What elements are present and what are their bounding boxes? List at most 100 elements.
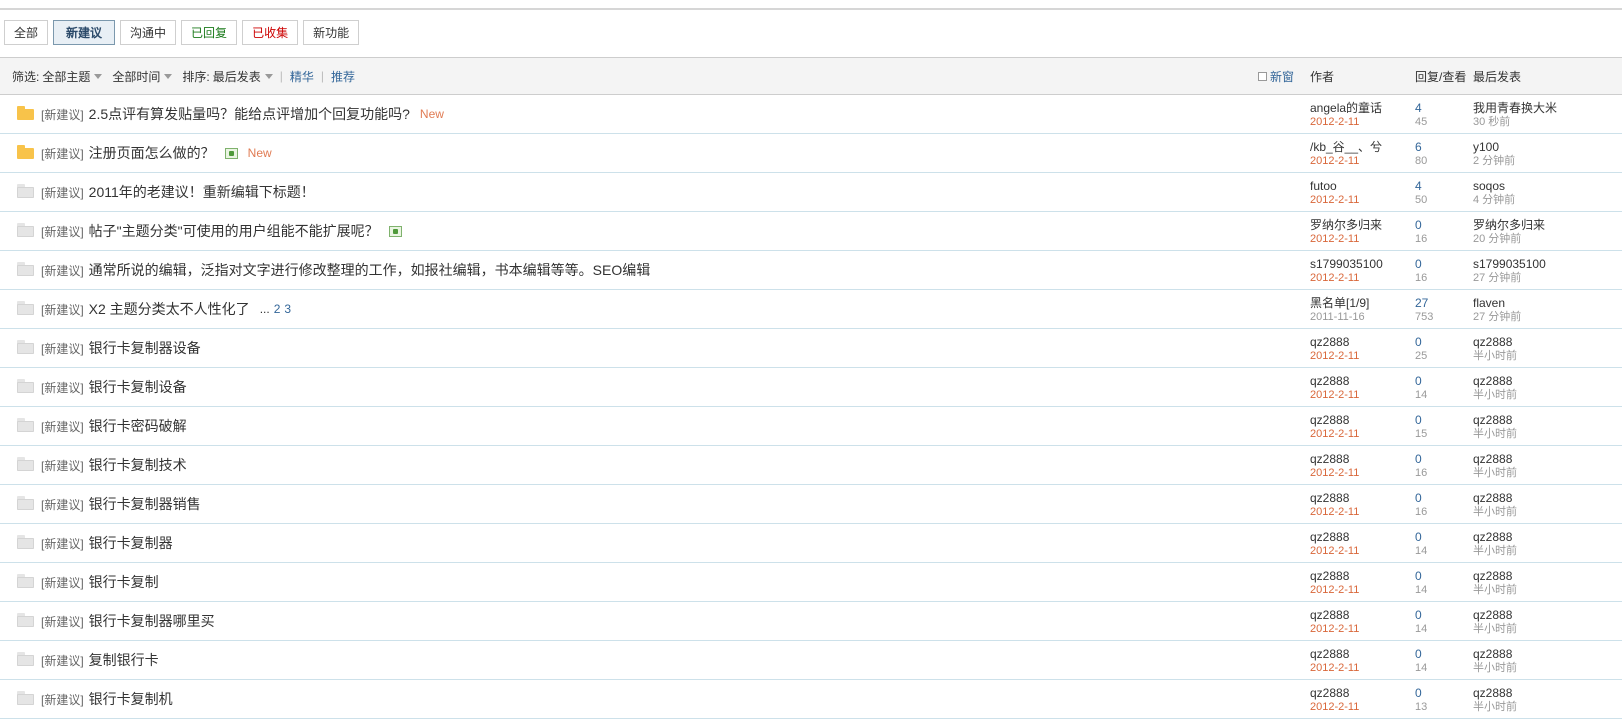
reply-count-link[interactable]: 0 (1415, 647, 1427, 661)
last-poster-link[interactable]: 我用青春换大米 (1473, 101, 1613, 115)
thread-subject-link[interactable]: 银行卡密码破解 (89, 416, 187, 436)
author-name-link[interactable]: qz2888 (1310, 686, 1402, 700)
thread-subject-link[interactable]: 注册页面怎么做的？ (89, 143, 215, 163)
author-name-link[interactable]: qz2888 (1310, 491, 1402, 505)
author-name-link[interactable]: angela的童话 (1310, 101, 1402, 115)
folder-common-icon[interactable] (17, 340, 34, 354)
thread-subject-link[interactable]: 银行卡复制机 (89, 689, 173, 709)
topic-filter-dropdown[interactable]: 全部主题 (42, 68, 103, 85)
thread-subject-link[interactable]: 复制银行卡 (89, 650, 159, 670)
folder-common-icon[interactable] (17, 574, 34, 588)
last-poster-link[interactable]: 罗纳尔多归来 (1473, 218, 1613, 232)
author-name-link[interactable]: 黑名单[1/9] (1310, 296, 1402, 310)
reply-count-link[interactable]: 0 (1415, 257, 1427, 271)
reply-count-link[interactable]: 0 (1415, 218, 1427, 232)
author-name-link[interactable]: qz2888 (1310, 335, 1402, 349)
page-link[interactable]: 2 (274, 302, 281, 316)
thread-type-prefix[interactable]: [新建议] (41, 145, 84, 162)
last-post-time[interactable]: 半小时前 (1473, 544, 1613, 558)
folder-common-icon[interactable] (17, 652, 34, 666)
author-name-link[interactable]: /kb_谷__、兮 (1310, 140, 1402, 154)
folder-common-icon[interactable] (17, 301, 34, 315)
thread-subject-link[interactable]: 帖子"主题分类"可使用的用户组能不能扩展呢？ (89, 221, 379, 241)
reply-count-link[interactable]: 0 (1415, 491, 1427, 505)
author-name-link[interactable]: qz2888 (1310, 569, 1402, 583)
reply-count-link[interactable]: 4 (1415, 179, 1427, 193)
folder-new-icon[interactable] (17, 145, 34, 159)
thread-type-prefix[interactable]: [新建议] (41, 301, 84, 318)
last-post-time[interactable]: 27 分钟前 (1473, 271, 1613, 285)
thread-type-prefix[interactable]: [新建议] (41, 379, 84, 396)
thread-type-prefix[interactable]: [新建议] (41, 340, 84, 357)
last-poster-link[interactable]: flaven (1473, 296, 1613, 310)
thread-type-prefix[interactable]: [新建议] (41, 535, 84, 552)
last-poster-link[interactable]: qz2888 (1473, 491, 1613, 505)
last-poster-link[interactable]: qz2888 (1473, 647, 1613, 661)
folder-common-icon[interactable] (17, 613, 34, 627)
last-post-time[interactable]: 27 分钟前 (1473, 310, 1613, 324)
thread-type-prefix[interactable]: [新建议] (41, 613, 84, 630)
reply-count-link[interactable]: 0 (1415, 413, 1427, 427)
recommend-link[interactable]: 推荐 (331, 68, 355, 85)
last-poster-link[interactable]: qz2888 (1473, 335, 1613, 349)
reply-count-link[interactable]: 0 (1415, 608, 1427, 622)
thread-type-prefix[interactable]: [新建议] (41, 184, 84, 201)
folder-common-icon[interactable] (17, 223, 34, 237)
last-post-time[interactable]: 2 分钟前 (1473, 154, 1613, 168)
new-window-checkbox[interactable] (1258, 71, 1267, 81)
last-post-time[interactable]: 半小时前 (1473, 427, 1613, 441)
reply-count-link[interactable]: 0 (1415, 374, 1427, 388)
time-filter-dropdown[interactable]: 全部时间 (112, 68, 173, 85)
reply-count-link[interactable]: 0 (1415, 335, 1427, 349)
reply-count-link[interactable]: 4 (1415, 101, 1427, 115)
folder-common-icon[interactable] (17, 184, 34, 198)
thread-type-prefix[interactable]: [新建议] (41, 496, 84, 513)
reply-count-link[interactable]: 6 (1415, 140, 1427, 154)
reply-count-link[interactable]: 0 (1415, 530, 1427, 544)
last-poster-link[interactable]: s1799035100 (1473, 257, 1613, 271)
digest-link[interactable]: 精华 (290, 68, 314, 85)
thread-type-prefix[interactable]: [新建议] (41, 457, 84, 474)
last-poster-link[interactable]: qz2888 (1473, 608, 1613, 622)
tab-replied[interactable]: 已回复 (181, 20, 238, 45)
folder-common-icon[interactable] (17, 379, 34, 393)
new-window-toggle[interactable]: 新窗 (1258, 58, 1294, 94)
thread-subject-link[interactable]: 通常所说的编辑，泛指对文字进行修改整理的工作，如报社编辑，书本编辑等等。SEO编… (89, 260, 651, 280)
thread-subject-link[interactable]: 银行卡复制器 (89, 533, 173, 553)
thread-subject-link[interactable]: 银行卡复制 (89, 572, 159, 592)
last-post-time[interactable]: 半小时前 (1473, 505, 1613, 519)
author-name-link[interactable]: qz2888 (1310, 608, 1402, 622)
tab-collected[interactable]: 已收集 (242, 20, 299, 45)
thread-subject-link[interactable]: 2.5点评有算发贴量吗？能给点评增加个回复功能吗? (89, 104, 410, 124)
folder-new-icon[interactable] (17, 106, 34, 120)
folder-common-icon[interactable] (17, 535, 34, 549)
last-post-time[interactable]: 半小时前 (1473, 466, 1613, 480)
folder-common-icon[interactable] (17, 496, 34, 510)
author-name-link[interactable]: qz2888 (1310, 452, 1402, 466)
thread-subject-link[interactable]: 银行卡复制器设备 (89, 338, 201, 358)
last-post-time[interactable]: 半小时前 (1473, 349, 1613, 363)
last-post-time[interactable]: 30 秒前 (1473, 115, 1613, 129)
reply-count-link[interactable]: 0 (1415, 452, 1427, 466)
author-name-link[interactable]: qz2888 (1310, 647, 1402, 661)
folder-common-icon[interactable] (17, 418, 34, 432)
reply-count-link[interactable]: 27 (1415, 296, 1433, 310)
page-link[interactable]: 3 (284, 302, 291, 316)
author-name-link[interactable]: qz2888 (1310, 530, 1402, 544)
last-post-time[interactable]: 半小时前 (1473, 700, 1613, 714)
thread-type-prefix[interactable]: [新建议] (41, 223, 84, 240)
last-poster-link[interactable]: qz2888 (1473, 452, 1613, 466)
reply-count-link[interactable]: 0 (1415, 569, 1427, 583)
folder-common-icon[interactable] (17, 691, 34, 705)
last-post-time[interactable]: 半小时前 (1473, 661, 1613, 675)
thread-subject-link[interactable]: 银行卡复制器销售 (89, 494, 201, 514)
thread-subject-link[interactable]: 银行卡复制技术 (89, 455, 187, 475)
author-name-link[interactable]: qz2888 (1310, 374, 1402, 388)
last-post-time[interactable]: 4 分钟前 (1473, 193, 1613, 207)
tab-all[interactable]: 全部 (4, 20, 49, 45)
tab-new-feature[interactable]: 新功能 (303, 20, 360, 45)
thread-subject-link[interactable]: 银行卡复制设备 (89, 377, 187, 397)
last-poster-link[interactable]: qz2888 (1473, 569, 1613, 583)
last-post-time[interactable]: 半小时前 (1473, 583, 1613, 597)
thread-subject-link[interactable]: 2011年的老建议！重新编辑下标题！ (89, 182, 315, 202)
